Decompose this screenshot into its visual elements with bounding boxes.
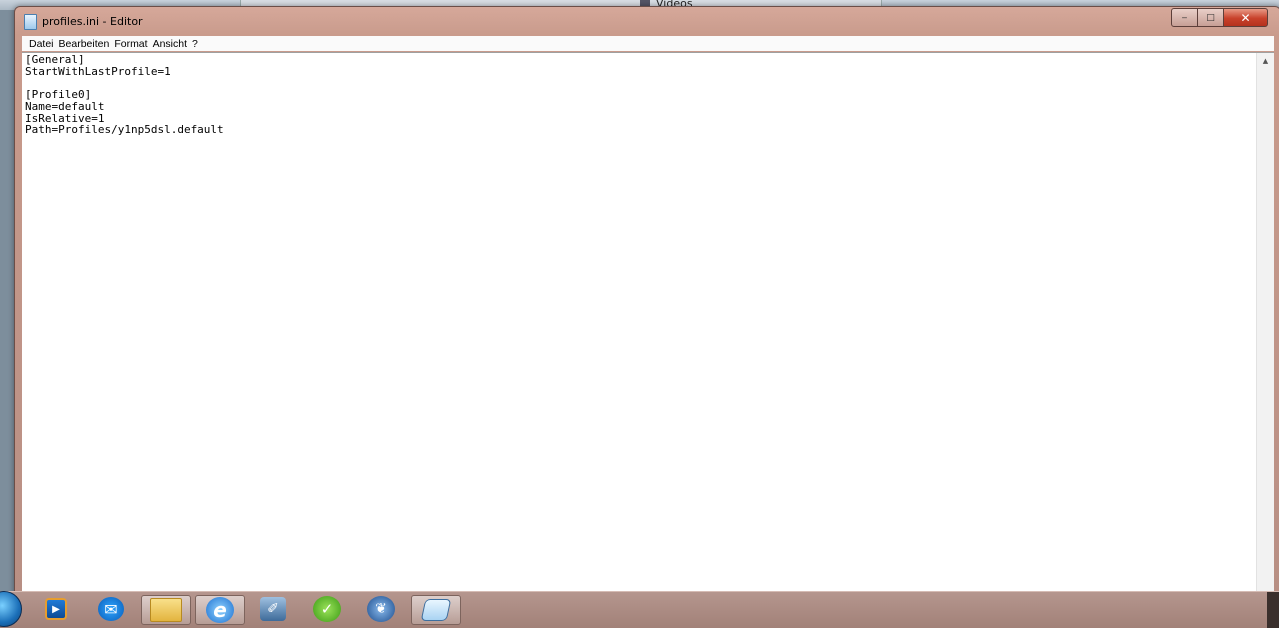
scroll-up-arrow-icon[interactable]: ▲ [1257, 54, 1274, 68]
window-controls: ‒ □ ✕ [1171, 8, 1268, 27]
menu-format[interactable]: Format [114, 38, 152, 50]
folder-icon [150, 598, 182, 622]
window-title: profiles.ini - Editor [42, 15, 143, 28]
menu-bearbeiten[interactable]: Bearbeiten [59, 38, 115, 50]
taskbar-media-center[interactable]: ▶ [32, 595, 80, 623]
notepad-icon [420, 599, 452, 621]
menu-bar: Datei Bearbeiten Format Ansicht ? [22, 36, 1274, 51]
show-desktop-button[interactable] [1267, 592, 1279, 628]
start-button[interactable] [0, 591, 22, 627]
minimize-button[interactable]: ‒ [1171, 8, 1198, 27]
taskbar-tool[interactable]: ✐ [249, 595, 297, 623]
menu-datei[interactable]: Datei [29, 38, 59, 50]
maximize-button[interactable]: □ [1197, 8, 1224, 27]
taskbar: ▶ ✉ e ✐ ✓ ❦ [0, 591, 1279, 628]
editor-area: [General] StartWithLastProfile=1 [Profil… [22, 52, 1274, 598]
notepad-window: profiles.ini - Editor ‒ □ ✕ Datei Bearbe… [14, 6, 1279, 598]
maximize-icon: □ [1206, 12, 1215, 23]
vertical-scrollbar[interactable]: ▲ [1256, 53, 1274, 598]
close-icon: ✕ [1240, 10, 1251, 25]
title-bar[interactable]: profiles.ini - Editor ‒ □ ✕ [15, 7, 1279, 35]
menu-help[interactable]: ? [192, 38, 203, 50]
notepad-app-icon[interactable] [24, 14, 37, 30]
taskbar-bird-app[interactable]: ❦ [357, 595, 405, 623]
menu-ansicht[interactable]: Ansicht [153, 38, 192, 50]
taskbar-thunderbird[interactable]: ✉ [87, 595, 135, 623]
taskbar-explorer[interactable] [141, 595, 191, 625]
text-content[interactable]: [General] StartWithLastProfile=1 [Profil… [25, 54, 1256, 598]
tool-icon: ✐ [260, 597, 286, 621]
close-button[interactable]: ✕ [1223, 8, 1268, 27]
taskbar-green-app[interactable]: ✓ [303, 595, 351, 623]
taskbar-internet-explorer[interactable]: e [195, 595, 245, 625]
bird-icon: ❦ [367, 596, 395, 622]
thunderbird-icon: ✉ [98, 597, 124, 621]
minimize-icon: ‒ [1181, 12, 1188, 23]
windows-media-center-icon: ▶ [45, 598, 67, 620]
taskbar-notepad[interactable] [411, 595, 461, 625]
green-app-icon: ✓ [313, 596, 341, 622]
internet-explorer-icon: e [206, 597, 234, 623]
